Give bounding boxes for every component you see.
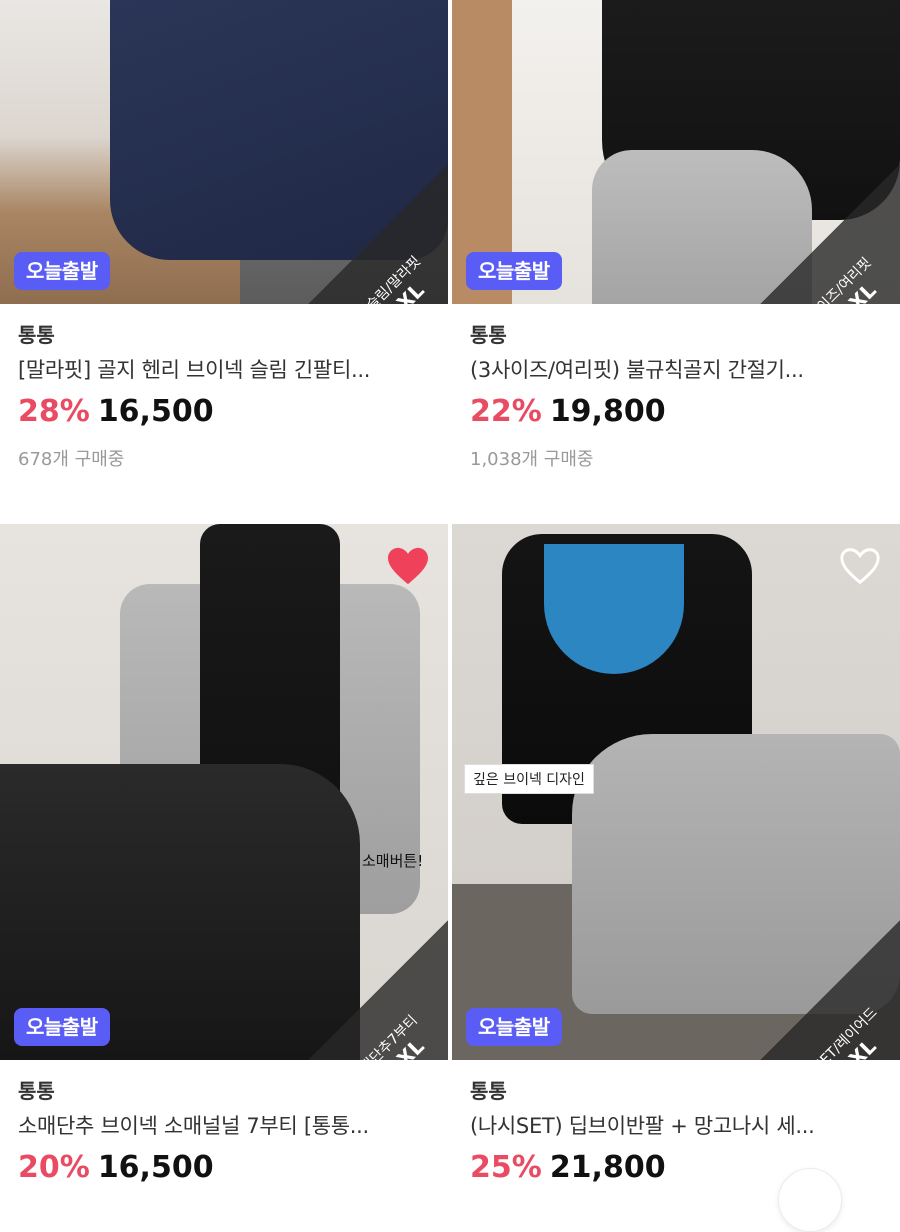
- product-info: 통통 [말라핏] 골지 헨리 브이넥 슬림 긴팔티... 28% 16,500 6…: [0, 322, 448, 472]
- discount-rate: 25%: [470, 1150, 542, 1185]
- discount-rate: 22%: [470, 394, 542, 429]
- heart-outline-icon[interactable]: [838, 546, 882, 586]
- brand-name[interactable]: 통통: [470, 322, 882, 348]
- size-corner-tag: 3사이즈/여리핏 ~3XL: [760, 164, 900, 304]
- discount-rate: 28%: [18, 394, 90, 429]
- brand-name[interactable]: 통통: [18, 322, 430, 348]
- same-day-shipping-badge: 오늘출발: [14, 1008, 110, 1046]
- heart-filled-icon[interactable]: [386, 546, 430, 586]
- brand-name[interactable]: 통통: [470, 1078, 882, 1104]
- product-image[interactable]: 오늘출발 여리슬림/말라핏 ~3XL: [0, 0, 448, 304]
- photo-callout: 깊은 브이넥 디자인: [464, 764, 594, 794]
- same-day-shipping-badge: 오늘출발: [466, 1008, 562, 1046]
- scroll-top-button[interactable]: [778, 1168, 842, 1232]
- product-info: 통통 (나시SET) 딥브이반팔 + 망고나시 세... 25% 21,800: [452, 1078, 900, 1190]
- product-card[interactable]: 깊은 브이넥 디자인 오늘출발 나시SET/레이어드 ~3XL 통통 (나시SE…: [452, 524, 900, 1190]
- product-image[interactable]: 소매버튼! 오늘출발 소매단추7부티 ~3XL: [0, 524, 448, 1060]
- product-name[interactable]: [말라핏] 골지 헨리 브이넥 슬림 긴팔티...: [18, 356, 430, 384]
- price-row: 22% 19,800: [470, 394, 882, 434]
- discount-rate: 20%: [18, 1150, 90, 1185]
- purchase-count: 678개 구매중: [18, 449, 125, 470]
- size-corner-tag: 소매단추7부티 ~3XL: [308, 920, 448, 1060]
- sale-price: 16,500: [97, 1150, 214, 1185]
- size-corner-tag: 나시SET/레이어드 ~3XL: [760, 920, 900, 1060]
- product-image[interactable]: 오늘출발 3사이즈/여리핏 ~3XL: [452, 0, 900, 304]
- photo-annotation: 소매버튼!: [362, 852, 424, 870]
- product-info: 통통 소매단추 브이넥 소매널널 7부티 [통통... 20% 16,500: [0, 1078, 448, 1190]
- product-grid: 오늘출발 여리슬림/말라핏 ~3XL 통통 [말라핏] 골지 헨리 브이넥 슬림…: [0, 0, 900, 1232]
- same-day-shipping-badge: 오늘출발: [466, 252, 562, 290]
- product-card[interactable]: 오늘출발 3사이즈/여리핏 ~3XL 통통 (3사이즈/여리핏) 불규칙골지 간…: [452, 0, 900, 472]
- product-info: 통통 (3사이즈/여리핏) 불규칙골지 간절기... 22% 19,800 1,0…: [452, 322, 900, 472]
- price-row: 20% 16,500: [18, 1150, 430, 1190]
- product-name[interactable]: (나시SET) 딥브이반팔 + 망고나시 세...: [470, 1112, 882, 1140]
- size-corner-tag: 여리슬림/말라핏 ~3XL: [308, 164, 448, 304]
- same-day-shipping-badge: 오늘출발: [14, 252, 110, 290]
- product-name[interactable]: (3사이즈/여리핏) 불규칙골지 간절기...: [470, 356, 882, 384]
- sale-price: 19,800: [549, 394, 666, 429]
- product-image[interactable]: 깊은 브이넥 디자인 오늘출발 나시SET/레이어드 ~3XL: [452, 524, 900, 1060]
- product-name[interactable]: 소매단추 브이넥 소매널널 7부티 [통통...: [18, 1112, 430, 1140]
- price-row: 28% 16,500: [18, 394, 430, 434]
- brand-name[interactable]: 통통: [18, 1078, 430, 1104]
- purchase-count: 1,038개 구매중: [470, 449, 594, 470]
- sale-price: 21,800: [549, 1150, 666, 1185]
- sale-price: 16,500: [97, 394, 214, 429]
- product-card[interactable]: 오늘출발 여리슬림/말라핏 ~3XL 통통 [말라핏] 골지 헨리 브이넥 슬림…: [0, 0, 448, 472]
- product-card[interactable]: 소매버튼! 오늘출발 소매단추7부티 ~3XL 통통 소매단추 브이넥 소매널널…: [0, 524, 448, 1190]
